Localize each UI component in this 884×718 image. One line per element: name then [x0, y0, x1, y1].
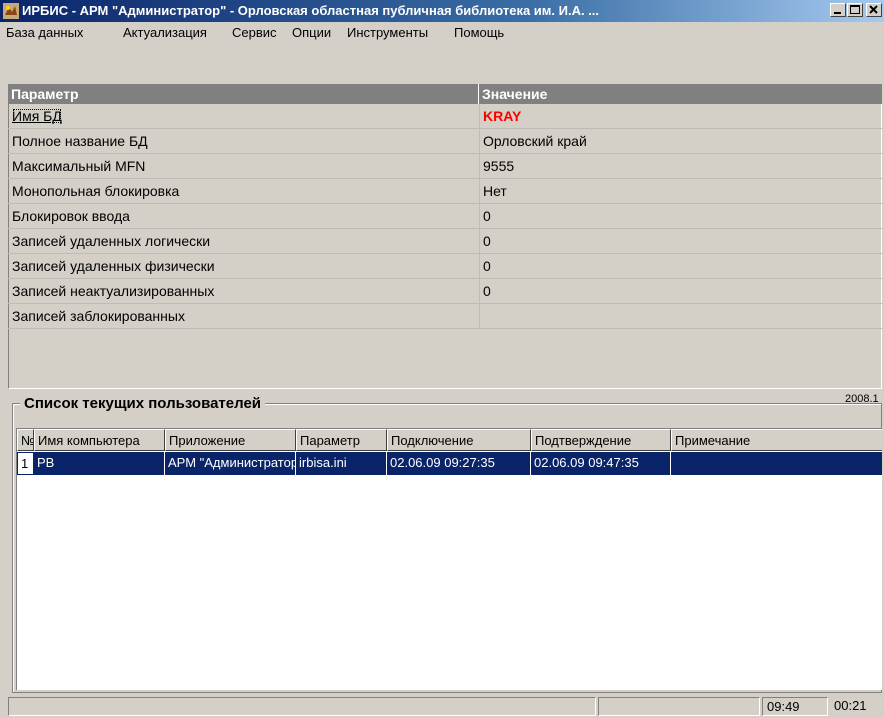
row-number: 1 — [17, 452, 34, 475]
version-label: 2008.1 — [845, 393, 879, 405]
menu-database[interactable]: База данных — [6, 25, 83, 40]
param-row[interactable]: Записей неактуализированных 0 — [8, 279, 882, 304]
param-row[interactable]: Записей удаленных логически 0 — [8, 229, 882, 254]
menu-actualization[interactable]: Актуализация — [123, 25, 207, 40]
status-elapsed: 00:21 — [834, 698, 867, 713]
menu-help[interactable]: Помощь — [454, 25, 504, 40]
menu-bar: База данных Актуализация Сервис Опции Ин… — [0, 22, 884, 44]
status-time: 09:49 — [762, 697, 828, 716]
close-icon — [869, 5, 878, 14]
maximize-icon — [850, 5, 860, 14]
column-header-note[interactable]: Примечание — [671, 429, 882, 451]
title-bar: ИРБИС - АРМ "Администратор" - Орловская … — [0, 0, 884, 22]
status-panel-main — [8, 697, 596, 716]
param-row[interactable]: Имя БД KRAY — [8, 104, 882, 129]
param-name: Записей удаленных физически — [12, 258, 215, 274]
menu-tools[interactable]: Инструменты — [347, 25, 428, 40]
param-name: Монопольная блокировка — [12, 183, 180, 199]
param-row[interactable]: Записей удаленных физически 0 — [8, 254, 882, 279]
param-value: Орловский край — [483, 133, 587, 149]
param-row[interactable]: Блокировок ввода 0 — [8, 204, 882, 229]
param-name: Записей удаленных логически — [12, 233, 211, 249]
param-row[interactable]: Монопольная блокировка Нет — [8, 179, 882, 204]
param-value: 0 — [483, 283, 491, 299]
param-name: Максимальный MFN — [12, 158, 146, 174]
minimize-icon — [834, 12, 841, 14]
row-connected: 02.06.09 09:27:35 — [387, 452, 531, 475]
param-value: 9555 — [483, 158, 515, 174]
column-header-confirmed[interactable]: Подтверждение — [531, 429, 671, 451]
parameter-grid-header: Параметр Значение — [8, 84, 882, 104]
status-panel-aux — [598, 697, 760, 716]
column-header-parameter[interactable]: Параметр — [8, 84, 479, 104]
row-note — [671, 452, 882, 475]
param-value: 0 — [483, 258, 491, 274]
irbis-app-icon — [3, 3, 19, 19]
menu-service[interactable]: Сервис — [232, 25, 277, 40]
status-bar: 09:49 00:21 — [0, 695, 884, 718]
param-name: Блокировок ввода — [12, 208, 130, 224]
param-value — [479, 304, 882, 329]
column-header-computer[interactable]: Имя компьютера — [34, 429, 165, 451]
menu-options[interactable]: Опции — [292, 25, 331, 40]
window-title: ИРБИС - АРМ "Администратор" - Орловская … — [22, 3, 600, 18]
column-header-application[interactable]: Приложение — [165, 429, 296, 451]
param-name: Полное название БД — [12, 133, 148, 149]
maximize-button[interactable] — [847, 3, 863, 17]
param-row[interactable]: Записей заблокированных — [8, 304, 882, 329]
users-list[interactable]: № Имя компьютера Приложение Параметр Под… — [16, 428, 882, 690]
param-row[interactable]: Максимальный MFN 9555 — [8, 154, 882, 179]
param-value: KRAY — [483, 108, 522, 124]
row-application: АРМ "Администратор" — [165, 452, 296, 475]
close-button[interactable] — [866, 3, 882, 17]
users-group-caption: Список текущих пользователей — [20, 395, 266, 412]
param-row[interactable]: Полное название БД Орловский край — [8, 129, 882, 154]
row-confirmed: 02.06.09 09:47:35 — [531, 452, 671, 475]
param-name: Записей неактуализированных — [12, 283, 215, 299]
column-header-parameter[interactable]: Параметр — [296, 429, 387, 451]
column-header-connected[interactable]: Подключение — [387, 429, 531, 451]
row-computer: PB — [34, 452, 165, 475]
column-header-number[interactable]: № — [17, 429, 34, 451]
param-value: 0 — [483, 208, 491, 224]
row-parameter: irbisa.ini — [296, 452, 387, 475]
param-value: Нет — [483, 183, 507, 199]
param-name: Записей заблокированных — [12, 308, 185, 324]
param-value: 0 — [483, 233, 491, 249]
column-header-value[interactable]: Значение — [479, 84, 882, 104]
minimize-button[interactable] — [830, 3, 846, 17]
param-name: Имя БД — [12, 108, 62, 124]
